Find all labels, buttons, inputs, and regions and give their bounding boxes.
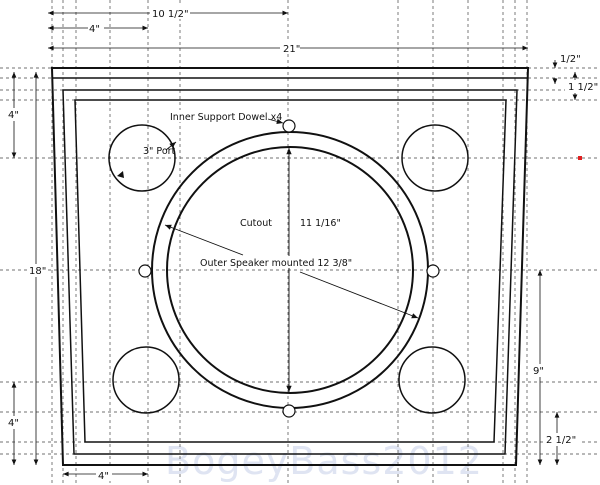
dim-left-height: 18" [29, 266, 46, 277]
dim-top-half-width: 10 1/2" [152, 9, 189, 20]
label-cutout: Cutout [240, 218, 272, 229]
right-dimensions [537, 60, 578, 465]
port-bottom-left [112, 346, 180, 414]
dim-left-bottom: 4" [8, 418, 19, 429]
port-bottom-right [398, 346, 466, 414]
dim-right-top-small: 1/2" [560, 54, 581, 65]
dowel-bottom [282, 404, 296, 418]
dim-left-top: 4" [8, 110, 19, 121]
label-outer-speaker: Outer Speaker mounted 12 3/8" [200, 258, 352, 269]
red-marker [578, 156, 582, 160]
ports [108, 124, 469, 414]
dim-right-bottom: 2 1/2" [546, 435, 576, 446]
dowel-left [138, 264, 152, 278]
dim-top-left-offset: 4" [89, 24, 100, 35]
watermark: BogeyBass2012 [165, 439, 483, 483]
label-dowel: Inner Support Dowel x4 [170, 112, 282, 123]
label-port: 3" Port [143, 146, 176, 157]
dim-bottom-left: 4" [98, 471, 109, 482]
construction-guides [0, 0, 600, 485]
leader-lines [164, 118, 419, 392]
dowel-top [282, 119, 296, 133]
dim-right-lower: 9" [533, 366, 544, 377]
speaker-box-blueprint: BogeyBass2012 10 1/2" 4" 21" 4" 18" 4" 4… [0, 0, 600, 485]
dim-right-top-large: 1 1/2" [568, 82, 598, 93]
dim-overall-width: 21" [283, 44, 300, 55]
dowel-right [426, 264, 440, 278]
inner-panel-1 [62, 89, 518, 455]
port-marker [117, 171, 124, 178]
port-top-left [108, 124, 176, 192]
label-cutout-size: 11 1/16" [300, 218, 341, 229]
